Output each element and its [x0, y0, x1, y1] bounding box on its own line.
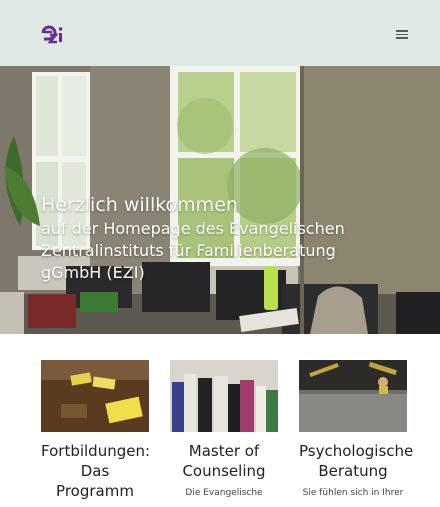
card-image[interactable] [41, 360, 149, 432]
card-psychologische-beratung[interactable]: Psychologische Beratung Sie fühlen sich … [299, 360, 413, 499]
card-teaser: Die Evangelische [185, 488, 263, 498]
card-fortbildungen[interactable]: Fortbildungen: Das Programm [41, 360, 150, 507]
card-image[interactable] [299, 360, 407, 432]
hero-subtitle: auf der Homepage des Evangelischen Zentr… [41, 219, 345, 282]
card-teaser: Sie fühlen sich in Ihrer [302, 488, 404, 498]
hero-text: Herzlich willkommen auf der Homepage des… [41, 193, 381, 284]
teaser-cards: Fortbildungen: Das Programm Master of Co… [0, 334, 440, 500]
card-image[interactable] [170, 360, 278, 432]
card-title[interactable]: Master of Counseling [170, 441, 278, 481]
card-master-counseling[interactable]: Master of Counseling Die Evangelische [170, 360, 278, 499]
hero-title: Herzlich willkommen [41, 194, 238, 216]
hero-banner: Herzlich willkommen auf der Homepage des… [0, 66, 440, 334]
card-title[interactable]: Psychologische Beratung [299, 441, 413, 481]
hamburger-icon[interactable] [392, 26, 414, 42]
ezi-logo-icon[interactable] [41, 22, 63, 44]
site-header [0, 0, 440, 66]
card-title[interactable]: Fortbildungen: Das Programm [41, 441, 150, 501]
